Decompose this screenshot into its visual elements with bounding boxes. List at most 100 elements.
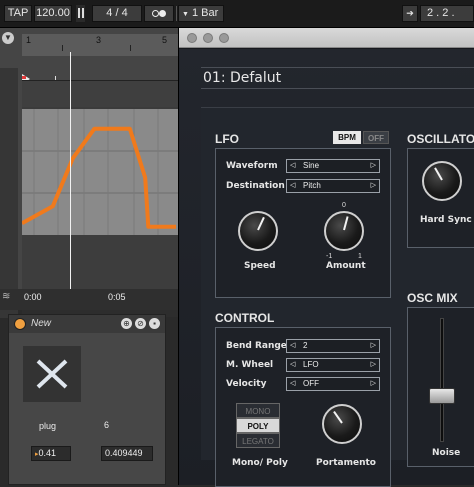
velocity-select[interactable]: ◁ OFF ▷ — [286, 377, 380, 391]
minimize-window-icon[interactable] — [203, 33, 213, 43]
loop-icon[interactable]: ≋ — [2, 291, 10, 302]
number-box-a[interactable]: ▸0.41 — [31, 446, 71, 461]
window-titlebar[interactable] — [179, 28, 474, 48]
envelope-graph[interactable] — [21, 109, 178, 235]
play-dot-icon — [159, 9, 166, 17]
bend-range-select[interactable]: ◁ 2 ▷ — [286, 339, 380, 353]
playhead[interactable] — [70, 52, 71, 292]
arrow-right-icon: ▷ — [370, 182, 376, 189]
tempo-field[interactable]: 120.00 — [34, 5, 72, 22]
mod-wheel-value: LFO — [303, 360, 319, 369]
follow-toggle[interactable] — [144, 5, 174, 22]
zoom-window-icon[interactable] — [219, 33, 229, 43]
arrow-left-icon: ◁ — [290, 162, 296, 169]
lfo-title: LFO — [215, 132, 239, 146]
quantize-select[interactable]: ▼ 1 Bar — [178, 5, 224, 22]
off-button[interactable]: OFF — [363, 131, 389, 144]
arrow-left-icon: ◁ — [290, 182, 296, 189]
ruler-tick — [62, 45, 63, 51]
bpm-button[interactable]: BPM — [333, 131, 361, 144]
time-ruler[interactable]: ≋ 0:00 0:05 — [0, 289, 178, 310]
mod-wheel-select[interactable]: ◁ LFO ▷ — [286, 358, 380, 372]
amount-min-label: -1 — [326, 253, 333, 260]
arrangement-follow-button[interactable]: ➔ — [402, 5, 418, 22]
chevron-down-icon: ▼ — [182, 11, 189, 18]
time-sig-den: 4 — [121, 7, 128, 19]
automation-envelope[interactable] — [21, 126, 176, 229]
noise-label: Noise — [432, 448, 461, 458]
knob-indicator — [343, 216, 349, 231]
close-window-icon[interactable] — [187, 33, 197, 43]
max-device: New ⊕ ⊘ ▪ plug 6 ▸0.41 0.409449 — [8, 314, 166, 485]
number-box-b[interactable]: 0.409449 — [101, 446, 153, 461]
arrow-left-icon: ◁ — [290, 380, 296, 387]
envelope-header — [22, 81, 178, 107]
mono-button[interactable]: MONO — [236, 403, 280, 418]
hard-sync-label: Hard Sync — [420, 215, 472, 225]
amount-max-label: 1 — [358, 253, 362, 260]
ruler-tick — [130, 45, 131, 51]
save-preset-icon[interactable]: ⊘ — [135, 318, 146, 329]
value-box-6[interactable]: 6 — [101, 419, 153, 434]
ruler-mark: 1 — [26, 35, 32, 45]
arrow-right-icon: ▷ — [370, 361, 376, 368]
speed-knob[interactable] — [238, 211, 278, 251]
waveform-select[interactable]: ◁ Sine ▷ — [286, 159, 380, 173]
velocity-value: OFF — [303, 379, 319, 388]
poly-button[interactable]: POLY — [236, 418, 280, 433]
ruler-mark: 3 — [96, 35, 102, 45]
knob-indicator — [257, 216, 265, 231]
record-dot-icon — [152, 9, 159, 17]
amount-label: Amount — [326, 261, 366, 271]
waveform-value: Sine — [303, 161, 320, 170]
quantize-value: 1 Bar — [192, 7, 219, 19]
waveform-label: Waveform — [226, 161, 278, 171]
noise-fader[interactable] — [429, 388, 455, 405]
power-icon[interactable] — [14, 318, 26, 330]
time-sig-sep: / — [115, 7, 119, 19]
osc-mix-title: OSC MIX — [407, 291, 458, 305]
synth-panel: LFO BPM OFF Waveform ◁ Sine ▷ Destinatio… — [201, 107, 474, 487]
divider — [176, 6, 177, 21]
time-label: 0:00 — [24, 292, 42, 302]
plugin-body: 01: Defalut LFO BPM OFF Waveform ◁ Sine … — [179, 49, 474, 487]
device-header: New ⊕ ⊘ ▪ — [9, 315, 165, 333]
amount-zero-label: 0 — [342, 202, 346, 209]
number-value-a: 0.41 — [38, 448, 57, 458]
hard-sync-knob[interactable] — [422, 161, 462, 201]
bar-ruler[interactable]: 1 3 5 — [22, 34, 178, 56]
control-section: Bend Range ◁ 2 ▷ M. Wheel ◁ LFO ▷ Veloci… — [215, 327, 391, 487]
amount-knob[interactable] — [324, 211, 364, 251]
start-marker — [22, 76, 26, 79]
arrow-right-icon: ➔ — [406, 8, 414, 18]
device-title: New — [31, 318, 52, 329]
time-signature[interactable]: 4 / 4 — [92, 5, 142, 22]
destination-select[interactable]: ◁ Pitch ▷ — [286, 179, 380, 193]
song-position[interactable]: 2 . 2 . — [420, 5, 474, 22]
lfo-section: Waveform ◁ Sine ▷ Destination ◁ Pitch ▷ … — [215, 148, 391, 298]
knob-indicator — [333, 410, 343, 424]
plugin-window: 01: Defalut LFO BPM OFF Waveform ◁ Sine … — [178, 28, 474, 487]
envelope-sidebar — [0, 68, 18, 318]
portamento-knob[interactable] — [322, 404, 362, 444]
open-plugin-button[interactable] — [23, 346, 81, 402]
hot-swap-icon[interactable]: ▪ — [149, 318, 160, 329]
legato-button[interactable]: LEGATO — [236, 433, 280, 448]
control-title: CONTROL — [215, 311, 275, 325]
chevron-down-circle-icon[interactable]: ▼ — [2, 32, 14, 44]
preset-selector[interactable]: 01: Defalut — [201, 67, 474, 89]
arrow-right-icon: ▷ — [370, 380, 376, 387]
velocity-label: Velocity — [226, 379, 267, 389]
metronome-button[interactable] — [76, 5, 85, 22]
ruler-mark: 5 — [162, 35, 168, 45]
mod-wheel-label: M. Wheel — [226, 360, 274, 370]
envelope-svg — [21, 109, 178, 235]
max-edit-icon[interactable]: ⊕ — [121, 318, 132, 329]
tap-button[interactable]: TAP — [4, 5, 32, 22]
bend-range-label: Bend Range — [226, 341, 287, 351]
arrow-left-icon: ◁ — [290, 342, 296, 349]
arrow-right-icon: ▷ — [370, 342, 376, 349]
destination-value: Pitch — [303, 181, 321, 190]
plug-label: plug — [39, 421, 57, 431]
time-label: 0:05 — [108, 292, 126, 302]
